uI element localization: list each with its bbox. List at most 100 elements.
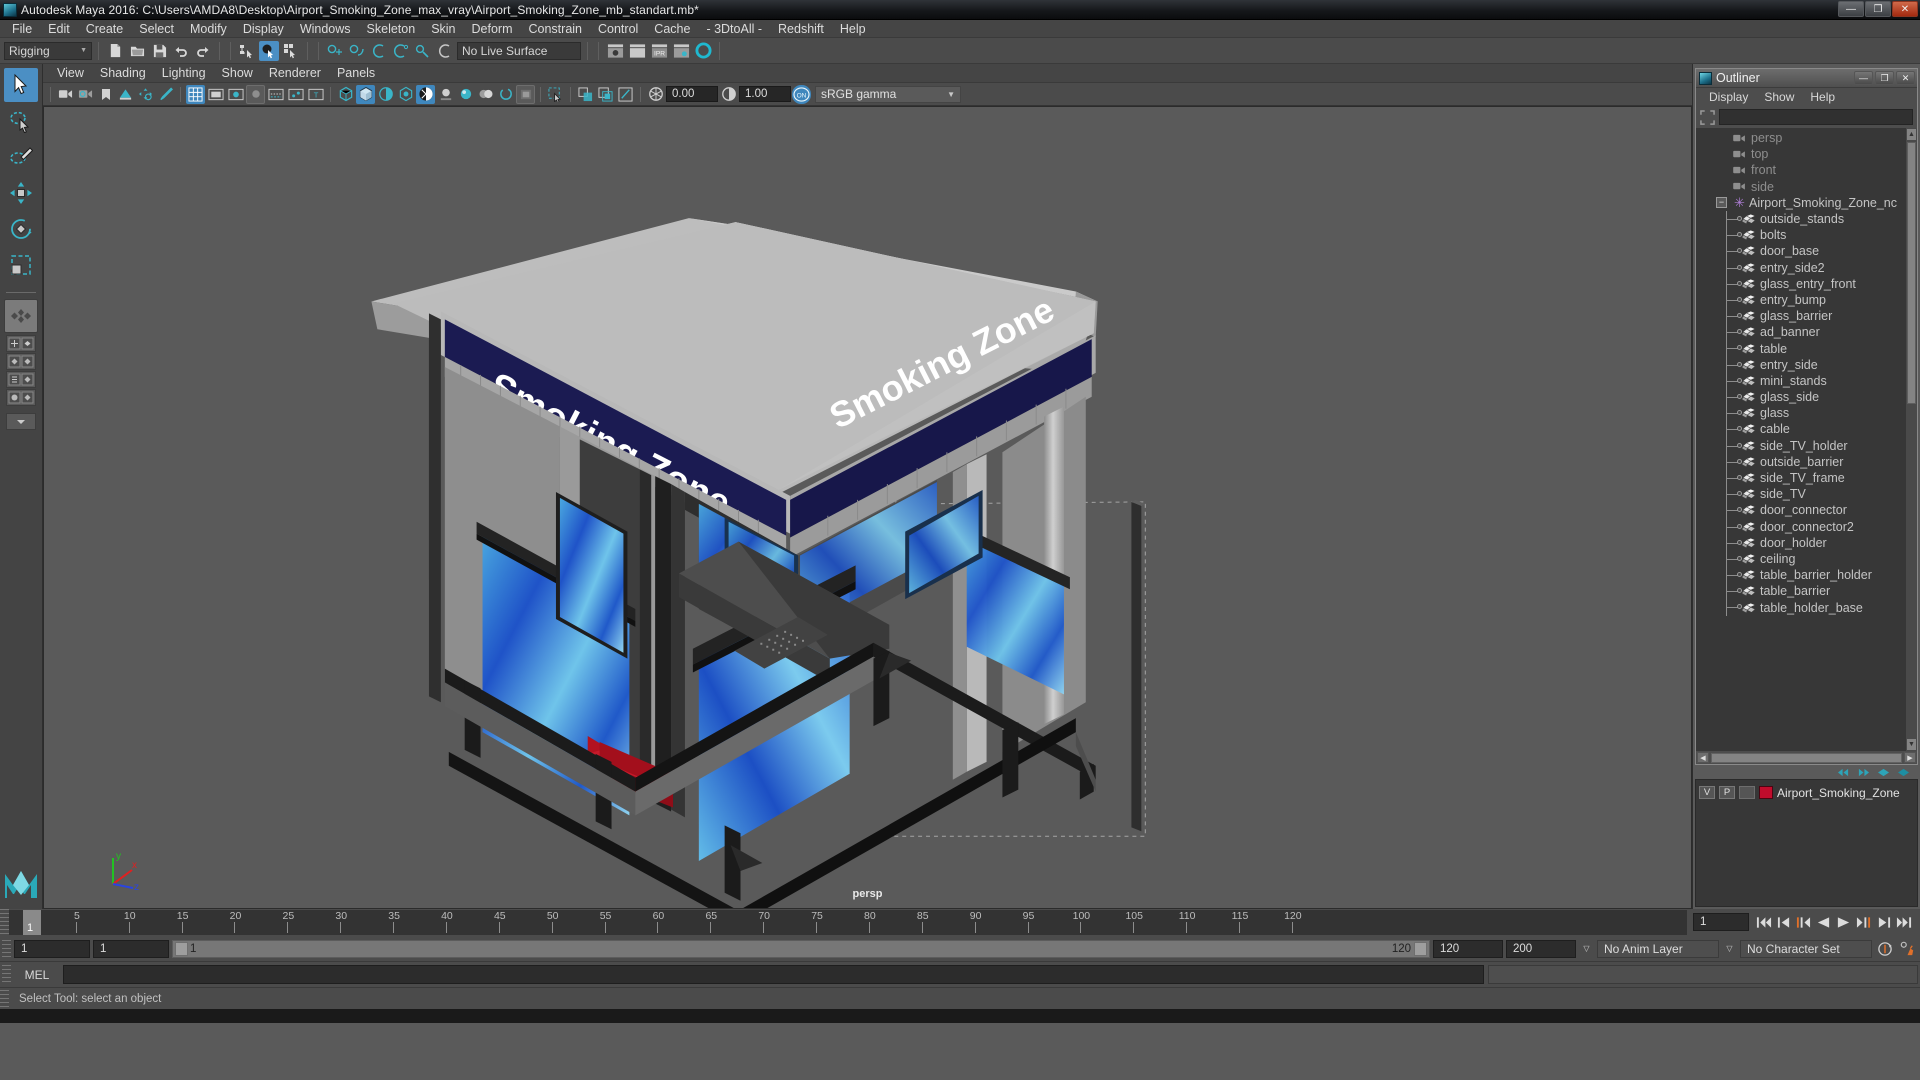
render-sequence-icon[interactable]	[627, 41, 647, 61]
wireframe-shading-icon[interactable]	[336, 85, 355, 104]
film-gate-icon[interactable]	[206, 85, 225, 104]
depth-of-field-icon[interactable]	[516, 84, 535, 104]
outliner-item-bolts[interactable]: bolts	[1696, 227, 1917, 244]
menu-skin[interactable]: Skin	[423, 21, 463, 37]
gamma-field[interactable]: 1.00	[739, 86, 791, 102]
outliner-menu-help[interactable]: Help	[1803, 90, 1842, 104]
range-slider-grip[interactable]	[2, 939, 11, 958]
outliner-item-door_holder[interactable]: door_holder	[1696, 534, 1917, 551]
anim-layer-selector[interactable]: No Anim Layer	[1597, 939, 1719, 958]
viewport-menu-shading[interactable]: Shading	[92, 66, 154, 80]
outliner-hscroll-thumb[interactable]	[1711, 752, 1902, 763]
step-back-frame-button[interactable]	[1775, 914, 1792, 931]
move-tool[interactable]	[4, 176, 38, 210]
menu-edit[interactable]: Edit	[40, 21, 78, 37]
range-end-field[interactable]: 1	[93, 939, 169, 958]
layer-color-swatch[interactable]	[1759, 786, 1773, 799]
tree-node-handle[interactable]	[1737, 264, 1742, 270]
outliner-item-ceiling[interactable]: ceiling	[1696, 550, 1917, 568]
scroll-left-icon[interactable]: ◀	[1697, 752, 1709, 763]
outliner-item-entry_side2[interactable]: entry_side2	[1696, 259, 1917, 276]
playback-end-field[interactable]: 120	[1433, 939, 1503, 958]
animation-end-field[interactable]: 200	[1506, 939, 1576, 958]
time-slider[interactable]: 1 5 10 15 20 25 30 35 40 45 50 55 60 65 70 75 80 85 90 95 1…	[0, 909, 1920, 936]
outliner-item-side_tv_holder[interactable]: side_TV_holder	[1696, 437, 1917, 454]
outliner-item-glass_entry_front[interactable]: glass_entry_front	[1696, 275, 1917, 292]
range-slider-bar[interactable]: 1 120	[172, 939, 1430, 958]
outliner-item-glass_side[interactable]: glass_side	[1696, 389, 1917, 406]
outliner-item-table_holder_base[interactable]: table_holder_base	[1696, 599, 1917, 616]
image-plane-icon[interactable]	[116, 85, 135, 104]
exposure-icon[interactable]	[646, 85, 665, 104]
anim-layer-dropdown-arrow[interactable]: ▽	[1579, 940, 1594, 958]
tree-node-handle[interactable]	[1737, 394, 1742, 399]
outliner-item-mini_stands[interactable]: mini_stands	[1696, 372, 1917, 389]
outliner-item-side_tv[interactable]: side_TV	[1696, 486, 1917, 503]
quick-layout-two-pane-icon[interactable]	[6, 353, 36, 370]
tree-node-handle[interactable]	[1737, 555, 1742, 561]
quick-layout-hypershade-icon[interactable]	[6, 389, 36, 406]
select-by-component-type-icon[interactable]	[281, 41, 301, 61]
tree-node-handle[interactable]	[1737, 442, 1742, 448]
outliner-search-input[interactable]	[1719, 109, 1913, 125]
menu-control[interactable]: Control	[590, 21, 646, 37]
viewport-menu-show[interactable]: Show	[214, 66, 261, 80]
layer-move-down-icon[interactable]	[1857, 767, 1870, 778]
menu-file[interactable]: File	[4, 21, 40, 37]
render-settings-icon[interactable]	[671, 41, 691, 61]
textured-mode-icon[interactable]	[396, 85, 415, 104]
shade-wireframe-icon[interactable]	[376, 85, 395, 104]
go-to-start-button[interactable]	[1755, 914, 1772, 931]
outliner-item-outside_stands[interactable]: outside_stands	[1696, 210, 1917, 228]
menu-deform[interactable]: Deform	[464, 21, 521, 37]
paint-selection-tool[interactable]	[4, 140, 38, 174]
scroll-up-icon[interactable]: ▲	[1907, 129, 1916, 140]
xray-joints-icon[interactable]	[286, 85, 305, 104]
range-start-handle[interactable]	[175, 941, 188, 956]
outliner-item-glass[interactable]: glass	[1696, 405, 1917, 422]
outliner-item-persp[interactable]: persp	[1696, 130, 1917, 146]
outliner-item-table[interactable]: table	[1696, 340, 1917, 357]
menu-cache[interactable]: Cache	[646, 21, 698, 37]
outliner-item-door_connector[interactable]: door_connector	[1696, 502, 1917, 519]
quick-layout-four-view-icon[interactable]	[4, 299, 38, 333]
live-surface-field[interactable]: No Live Surface	[457, 41, 581, 60]
perspective-viewport[interactable]: Smoking Zone Smoking Zone	[43, 106, 1692, 909]
camera-attributes-icon[interactable]	[76, 85, 95, 104]
layer-move-up-icon[interactable]	[1837, 767, 1850, 778]
outliner-item-glass_barrier[interactable]: glass_barrier	[1696, 308, 1917, 325]
outliner-item-table_barrier[interactable]: table_barrier	[1696, 583, 1917, 600]
shadows-icon[interactable]	[436, 85, 455, 104]
outliner-menu-show[interactable]: Show	[1757, 90, 1801, 104]
script-language-label[interactable]: MEL	[15, 968, 59, 982]
layer-new-from-selected-icon[interactable]	[1897, 767, 1910, 778]
select-tool[interactable]	[4, 68, 38, 102]
range-end-handle[interactable]	[1414, 941, 1427, 956]
open-scene-icon[interactable]	[127, 41, 147, 61]
color-profile-dropdown[interactable]: sRGB gamma ▼	[815, 85, 961, 103]
redo-icon[interactable]	[193, 41, 213, 61]
rotate-tool[interactable]	[4, 212, 38, 246]
menu-modify[interactable]: Modify	[182, 21, 235, 37]
scale-tool[interactable]	[4, 248, 38, 282]
step-back-key-button[interactable]	[1795, 914, 1812, 931]
tree-node-handle[interactable]	[1737, 474, 1742, 480]
tree-node-handle[interactable]	[1737, 458, 1742, 464]
toolbox-more-icon[interactable]	[6, 413, 36, 430]
paint-effects-icon[interactable]	[576, 85, 595, 104]
outliner-item-cable[interactable]: cable	[1696, 421, 1917, 438]
time-slider-grip[interactable]	[0, 909, 9, 936]
select-by-hierarchy-icon[interactable]	[237, 41, 257, 61]
outliner-item-door_connector2[interactable]: door_connector2	[1696, 518, 1917, 535]
menu-help[interactable]: Help	[832, 21, 874, 37]
ambient-occlusion-icon[interactable]	[456, 85, 475, 104]
tree-node-handle[interactable]	[1737, 296, 1742, 302]
menu-constrain[interactable]: Constrain	[521, 21, 591, 37]
character-set-dropdown-arrow[interactable]: ▽	[1722, 940, 1737, 958]
menu-create[interactable]: Create	[78, 21, 132, 37]
current-time-indicator[interactable]: 1	[23, 910, 41, 935]
layer-name-label[interactable]: Airport_Smoking_Zone	[1777, 786, 1900, 800]
undo-icon[interactable]	[171, 41, 191, 61]
play-backwards-button[interactable]	[1815, 914, 1832, 931]
time-slider-track[interactable]: 1 5 10 15 20 25 30 35 40 45 50 55 60 65 70 75 80 85 90 95 1…	[9, 910, 1687, 935]
